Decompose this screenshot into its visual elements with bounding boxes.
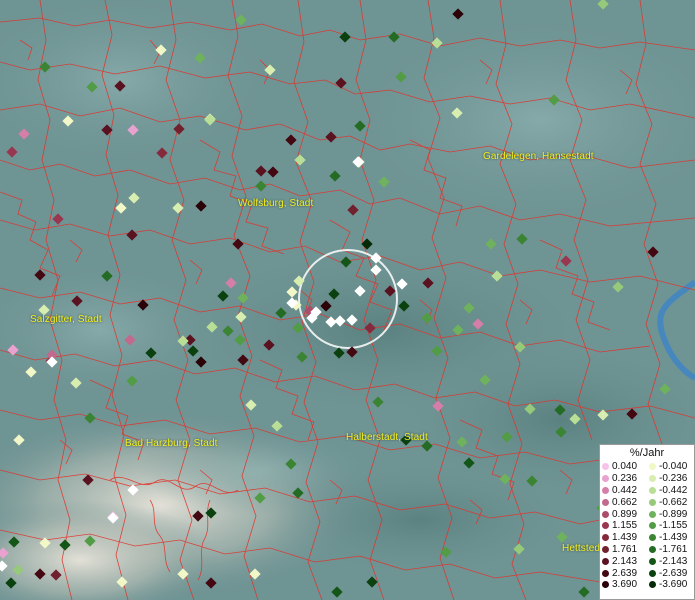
legend-swatch — [602, 534, 609, 542]
place-label-hettstedt: Hettstedt — [562, 543, 603, 554]
legend-value: 1.439 — [612, 532, 638, 544]
legend-swatch — [602, 463, 609, 471]
legend-entry-negative: -1.439 — [647, 532, 694, 544]
legend-entry-positive: 0.662 — [600, 496, 647, 508]
legend-entry-negative: -0.040 — [647, 461, 694, 473]
legend-value: -0.040 — [659, 461, 688, 473]
legend-value: 2.143 — [612, 555, 638, 567]
legend: %/Jahr 0.040 -0.040 0.236 -0.236 0.442 -0.442… — [599, 444, 695, 600]
legend-swatch — [602, 522, 609, 530]
legend-value: 0.236 — [612, 473, 638, 485]
legend-swatch — [649, 569, 656, 577]
place-label-bad-harzburg: Bad Harzburg, Stadt — [125, 438, 218, 449]
legend-entry-positive: 2.639 — [600, 567, 647, 579]
legend-entry-negative: -0.442 — [647, 485, 694, 497]
legend-entry-negative: -1.155 — [647, 520, 694, 532]
legend-value: -1.155 — [659, 520, 688, 532]
legend-entry-positive: 1.155 — [600, 520, 647, 532]
legend-entry-positive: 0.899 — [600, 508, 647, 520]
legend-entry-positive: 1.439 — [600, 532, 647, 544]
legend-swatch — [649, 510, 656, 518]
legend-swatch — [649, 486, 656, 494]
legend-swatch — [602, 581, 609, 589]
legend-value: 0.899 — [612, 508, 638, 520]
legend-value: 0.662 — [612, 496, 638, 508]
legend-entry-negative: -2.143 — [647, 555, 694, 567]
map-view[interactable]: Gardelegen, Hansestadt Wolfsburg, Stadt … — [0, 0, 695, 600]
legend-swatch — [602, 557, 609, 565]
legend-entry-negative: -1.761 — [647, 544, 694, 556]
legend-grid: 0.040 -0.040 0.236 -0.236 0.442 -0.442 0.662 -0… — [600, 461, 694, 591]
legend-value: 0.442 — [612, 484, 638, 496]
legend-entry-negative: -2.639 — [647, 567, 694, 579]
legend-swatch — [602, 498, 609, 506]
legend-entry-negative: -0.662 — [647, 496, 694, 508]
legend-value: -1.761 — [659, 543, 688, 555]
legend-entry-positive: 2.143 — [600, 555, 647, 567]
legend-value: 1.155 — [612, 520, 638, 532]
legend-value: 2.639 — [612, 567, 638, 579]
legend-swatch — [602, 486, 609, 494]
legend-swatch — [649, 522, 656, 530]
legend-value: -0.899 — [659, 508, 688, 520]
legend-swatch — [649, 475, 656, 483]
legend-entry-negative: -0.236 — [647, 473, 694, 485]
legend-entry-positive: 1.761 — [600, 544, 647, 556]
place-label-wolfsburg: Wolfsburg, Stadt — [238, 198, 314, 209]
legend-entry-positive: 0.442 — [600, 485, 647, 497]
legend-value: 1.761 — [612, 543, 638, 555]
legend-value: -0.442 — [659, 484, 688, 496]
legend-value: -1.439 — [659, 532, 688, 544]
legend-value: 3.690 — [612, 579, 638, 591]
place-label-halberstadt: Halberstadt, Stadt — [346, 432, 428, 443]
legend-value: -3.690 — [659, 579, 688, 591]
legend-entry-negative: -3.690 — [647, 579, 694, 591]
legend-swatch — [649, 581, 656, 589]
legend-swatch — [602, 569, 609, 577]
legend-entry-positive: 0.040 — [600, 461, 647, 473]
legend-title: %/Jahr — [629, 447, 665, 459]
legend-entry-negative: -0.899 — [647, 508, 694, 520]
legend-swatch — [649, 498, 656, 506]
place-label-salzgitter: Salzgitter, Stadt — [30, 314, 102, 325]
legend-value: -0.662 — [659, 496, 688, 508]
legend-value: -2.639 — [659, 567, 688, 579]
legend-swatch — [649, 534, 656, 542]
legend-entry-positive: 3.690 — [600, 579, 647, 591]
legend-swatch — [649, 463, 656, 471]
legend-swatch — [602, 475, 609, 483]
legend-value: -0.236 — [659, 473, 688, 485]
legend-value: -2.143 — [659, 555, 688, 567]
legend-entry-positive: 0.236 — [600, 473, 647, 485]
legend-swatch — [649, 545, 656, 553]
legend-swatch — [602, 545, 609, 553]
legend-swatch — [649, 557, 656, 565]
map-canvas — [0, 0, 695, 600]
legend-value: 0.040 — [612, 461, 638, 473]
place-label-gardelegen: Gardelegen, Hansestadt — [483, 151, 594, 162]
legend-swatch — [602, 510, 609, 518]
